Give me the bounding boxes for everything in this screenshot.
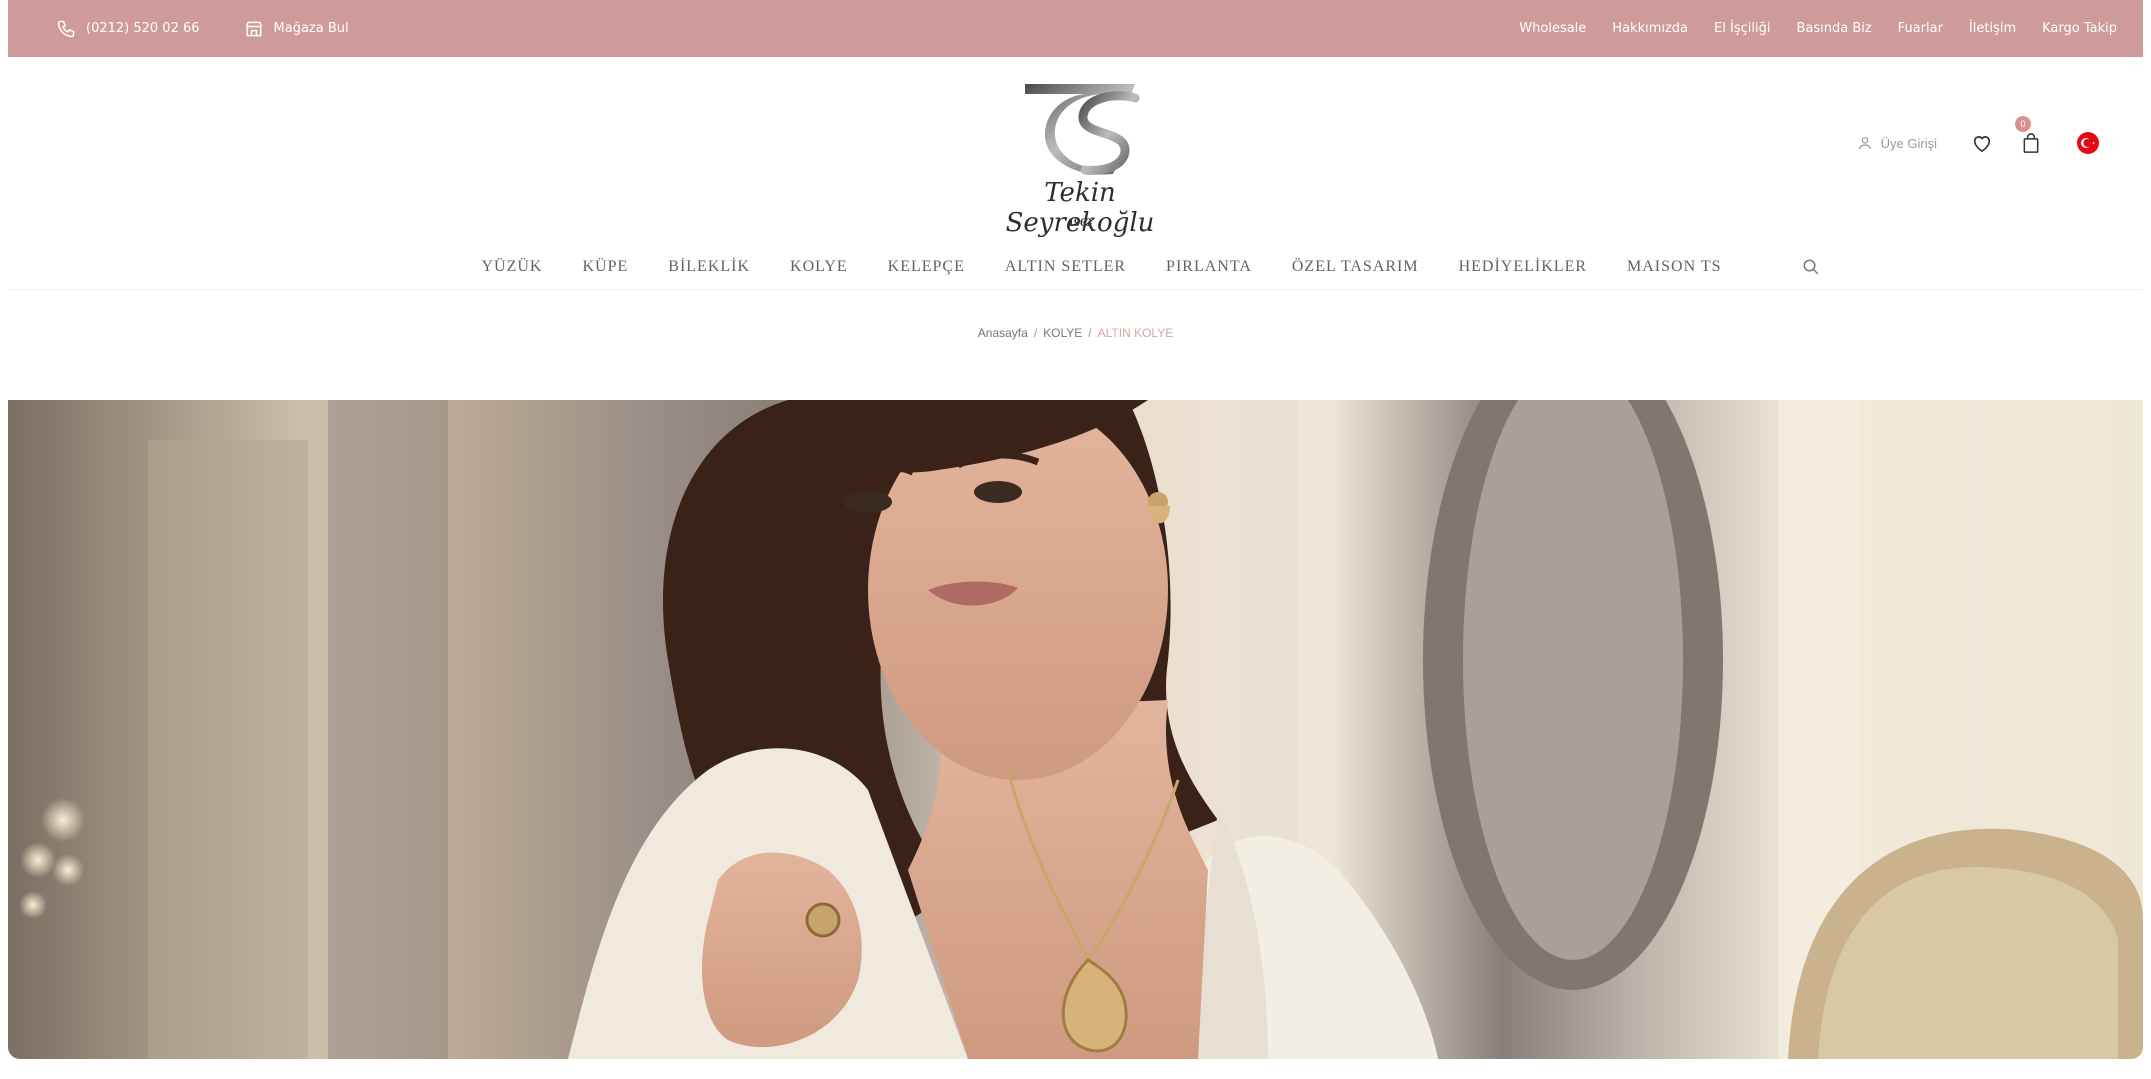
breadcrumb-category[interactable]: KOLYE: [1043, 326, 1082, 340]
nav-item-diamonds[interactable]: PIRLANTA: [1166, 258, 1252, 276]
nav-item-rings[interactable]: YÜZÜK: [481, 258, 542, 276]
turkey-flag-icon[interactable]: [2077, 132, 2099, 154]
top-link-wholesale[interactable]: Wholesale: [1519, 21, 1586, 36]
cart-count-badge: 0: [2015, 116, 2031, 132]
store-icon: [244, 19, 264, 39]
top-bar-links: Wholesale Hakkımızda El İşçiliği Basında…: [1519, 21, 2117, 36]
nav-item-bangles[interactable]: KELEPÇE: [888, 258, 965, 276]
store-finder-link[interactable]: Mağaza Bul: [244, 19, 349, 39]
heart-icon[interactable]: [1971, 133, 1993, 153]
main-navigation: YÜZÜK KÜPE BİLEKLİK KOLYE KELEPÇE ALTIN …: [8, 245, 2143, 290]
top-link-cargo-tracking[interactable]: Kargo Takip: [2042, 21, 2117, 36]
shopping-bag-icon[interactable]: 0: [2015, 116, 2041, 154]
hero-banner-image: [8, 400, 2143, 1059]
nav-item-necklaces[interactable]: KOLYE: [790, 258, 848, 276]
logo-year: 1963: [1068, 215, 1092, 229]
nav-item-earrings[interactable]: KÜPE: [582, 258, 628, 276]
phone-icon: [56, 19, 76, 39]
breadcrumb-current: ALTIN KOLYE: [1097, 326, 1174, 340]
top-link-fairs[interactable]: Fuarlar: [1898, 21, 1943, 36]
phone-number: (0212) 520 02 66: [86, 21, 200, 36]
header-tools: Üye Girişi 0: [1857, 116, 2099, 154]
top-link-contact[interactable]: İletişim: [1969, 21, 2016, 36]
login-label: Üye Girişi: [1880, 135, 1937, 151]
nav-item-gold-sets[interactable]: ALTIN SETLER: [1005, 258, 1126, 276]
breadcrumb-separator: /: [1033, 326, 1038, 340]
top-link-about[interactable]: Hakkımızda: [1612, 21, 1688, 36]
phone-link[interactable]: (0212) 520 02 66: [56, 19, 200, 39]
user-icon: [1857, 134, 1873, 152]
breadcrumb-home[interactable]: Anasayfa: [978, 326, 1028, 340]
brand-logo[interactable]: Tekin Seyrekoğlu 1963: [985, 78, 1175, 238]
nav-item-gifts[interactable]: HEDİYELİKLER: [1459, 258, 1587, 276]
top-link-press[interactable]: Basında Biz: [1796, 21, 1871, 36]
top-bar-contacts: (0212) 520 02 66 Mağaza Bul: [56, 19, 349, 39]
nav-item-custom-design[interactable]: ÖZEL TASARIM: [1292, 258, 1419, 276]
nav-item-bracelets[interactable]: BİLEKLİK: [668, 258, 750, 276]
nav-item-maison-ts[interactable]: MAISON TS: [1627, 258, 1722, 276]
nav-list: YÜZÜK KÜPE BİLEKLİK KOLYE KELEPÇE ALTIN …: [461, 258, 1741, 276]
top-link-craftsmanship[interactable]: El İşçiliği: [1714, 21, 1770, 36]
logo-monogram: [1025, 84, 1140, 175]
search-icon[interactable]: [1802, 258, 1820, 276]
top-bar: (0212) 520 02 66 Mağaza Bul Wholesale Ha…: [8, 0, 2143, 57]
hero-illustration: [19, 400, 2143, 1059]
breadcrumb: Anasayfa / KOLYE / ALTIN KOLYE: [0, 326, 2151, 340]
breadcrumb-separator: /: [1088, 326, 1092, 340]
store-finder-label: Mağaza Bul: [273, 21, 349, 36]
login-button[interactable]: Üye Girişi: [1857, 134, 1937, 152]
